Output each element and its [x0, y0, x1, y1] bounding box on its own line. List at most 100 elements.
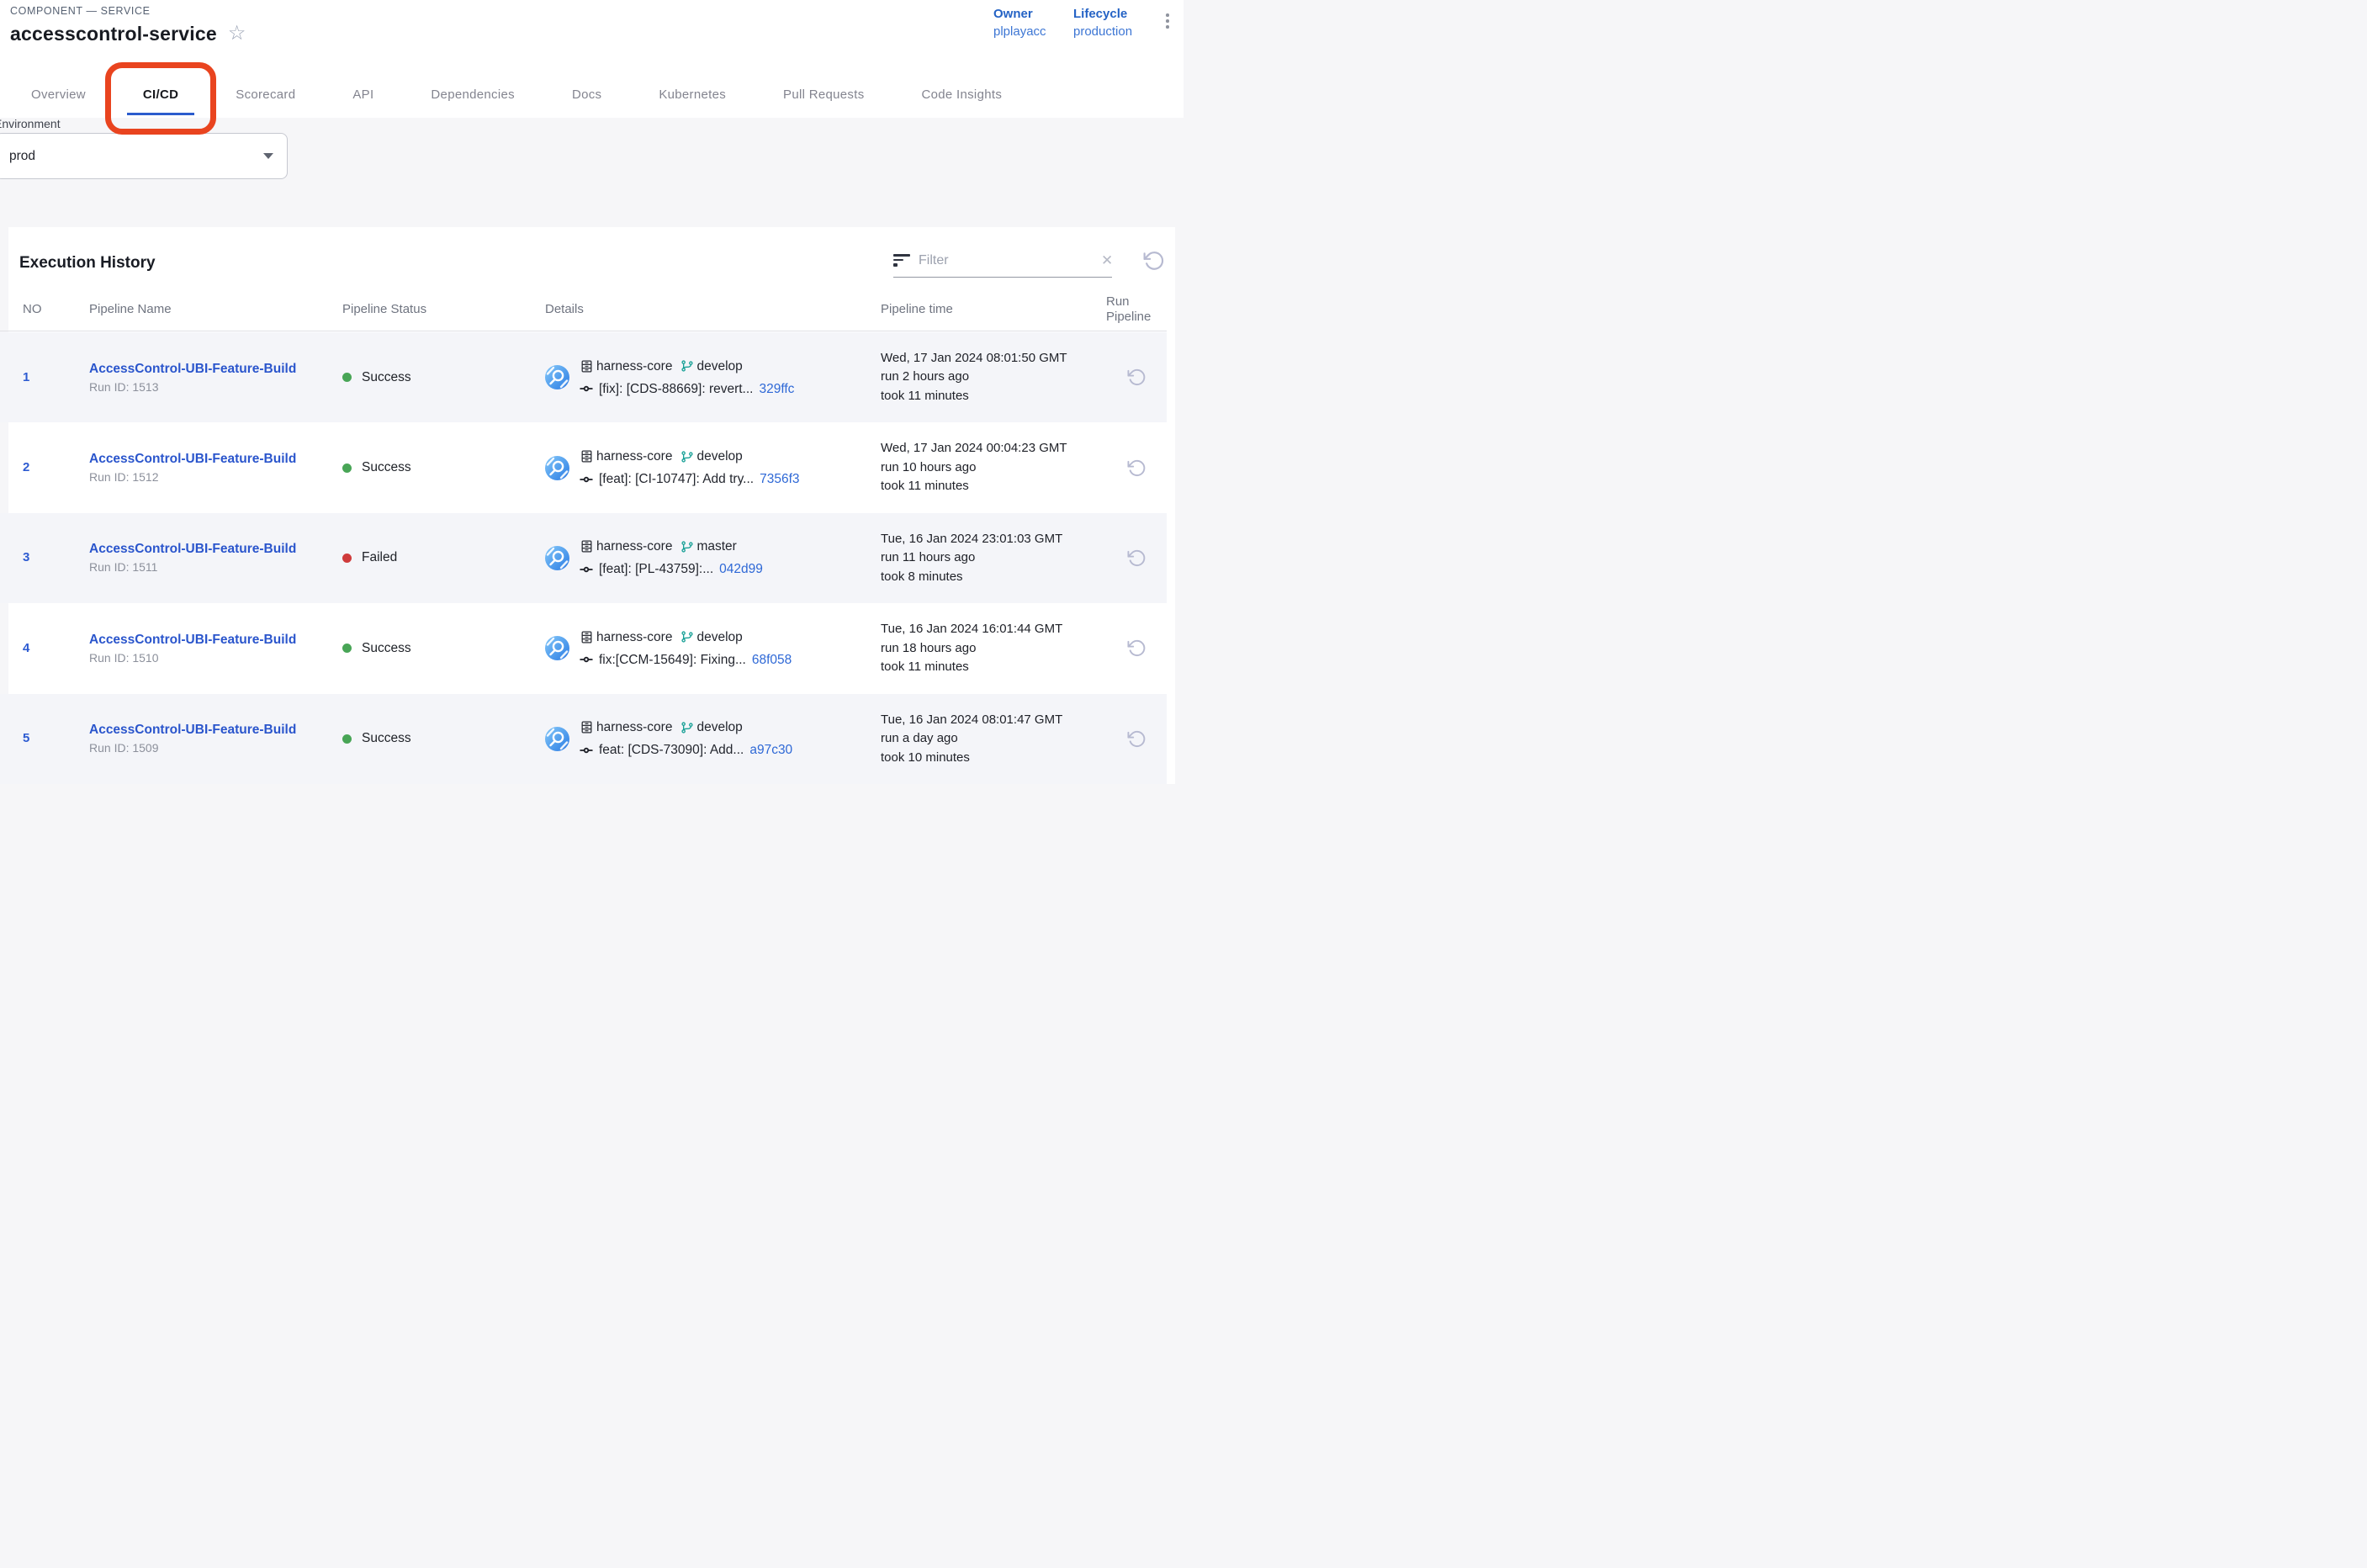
repo-name: harness-core — [596, 627, 672, 648]
branch-name: develop — [696, 356, 742, 377]
harness-ci-icon — [545, 456, 569, 480]
pipeline-name-link[interactable]: AccessControl-UBI-Feature-Build — [89, 362, 296, 377]
repository-icon — [580, 359, 594, 373]
pipeline-name-link[interactable]: AccessControl-UBI-Feature-Build — [89, 633, 296, 648]
status-dot — [342, 373, 352, 382]
tab-api[interactable]: API — [352, 71, 373, 118]
tab-dependencies[interactable]: Dependencies — [431, 71, 515, 118]
branch-name: develop — [696, 627, 742, 648]
column-header-pipeline-name: Pipeline Name — [89, 302, 342, 317]
status-dot — [342, 464, 352, 473]
status-text: Success — [362, 731, 411, 746]
pipeline-name-link[interactable]: AccessControl-UBI-Feature-Build — [89, 542, 296, 557]
pipeline-time-ago: run 10 hours ago — [881, 458, 1106, 478]
tabs: Overview CI/CD Scorecard API Dependencies Doc… — [0, 71, 1184, 118]
column-header-run-pipeline: Run Pipeline — [1106, 294, 1157, 325]
tab-label: Dependencies — [431, 87, 515, 102]
tab-pull-requests[interactable]: Pull Requests — [783, 71, 864, 118]
column-header-no: NO — [23, 302, 89, 317]
table-row: 1 AccessControl-UBI-Feature-Build Run ID… — [0, 332, 1167, 422]
pipeline-time-ago: run 18 hours ago — [881, 639, 1106, 659]
pipeline-time-took: took 11 minutes — [881, 387, 1106, 406]
pipeline-time-gmt: Tue, 16 Jan 2024 16:01:44 GMT — [881, 620, 1106, 639]
tab-label: Kubernetes — [659, 87, 726, 102]
favorite-star-icon[interactable]: ☆ — [228, 24, 246, 44]
git-branch-icon — [680, 450, 694, 464]
commit-message: [fix]: [CDS-88669]: revert... — [599, 379, 753, 400]
harness-ci-icon — [545, 546, 569, 570]
status-text: Success — [362, 460, 411, 475]
status-dot — [342, 554, 352, 563]
pipeline-time: Tue, 16 Jan 2024 08:01:47 GMT run a day … — [881, 711, 1106, 768]
row-number-link[interactable]: 1 — [23, 370, 29, 384]
pipeline-time-gmt: Tue, 16 Jan 2024 23:01:03 GMT — [881, 530, 1106, 549]
git-commit-icon — [580, 473, 593, 486]
repo-name: harness-core — [596, 446, 672, 467]
status-text: Failed — [362, 550, 397, 565]
run-id: Run ID: 1509 — [89, 741, 342, 755]
more-options-kebab-icon[interactable] — [1162, 13, 1173, 29]
pipeline-time-took: took 10 minutes — [881, 749, 1106, 768]
run-pipeline-button[interactable] — [1127, 548, 1146, 568]
clear-filter-icon[interactable]: ✕ — [1101, 252, 1115, 269]
tab-docs[interactable]: Docs — [572, 71, 601, 118]
pipeline-time: Tue, 16 Jan 2024 16:01:44 GMT run 18 hou… — [881, 620, 1106, 677]
pipeline-name-link[interactable]: AccessControl-UBI-Feature-Build — [89, 452, 296, 467]
git-branch-icon — [680, 359, 694, 373]
commit-hash-link[interactable]: 329ffc — [759, 379, 794, 400]
row-number-link[interactable]: 3 — [23, 550, 29, 564]
pipeline-time-took: took 8 minutes — [881, 568, 1106, 587]
pipeline-name-link[interactable]: AccessControl-UBI-Feature-Build — [89, 723, 296, 738]
repository-icon — [580, 630, 594, 644]
run-pipeline-button[interactable] — [1127, 458, 1146, 478]
table-header-row: NO Pipeline Name Pipeline Status Details… — [0, 288, 1167, 331]
branch-name: develop — [696, 717, 742, 738]
environment-selected-value: prod — [9, 149, 263, 164]
pipeline-time-gmt: Tue, 16 Jan 2024 08:01:47 GMT — [881, 711, 1106, 730]
tab-label: CI/CD — [143, 87, 178, 102]
owner-value-link[interactable]: plplayacc — [993, 24, 1046, 39]
table-row: 5 AccessControl-UBI-Feature-Build Run ID… — [0, 694, 1167, 784]
lifecycle-value: production — [1073, 24, 1132, 39]
row-number-link[interactable]: 2 — [23, 460, 29, 474]
tab-overview[interactable]: Overview — [31, 71, 86, 118]
repository-icon — [580, 449, 594, 464]
row-number-link[interactable]: 4 — [23, 641, 29, 655]
tab-scorecard[interactable]: Scorecard — [236, 71, 295, 118]
run-id: Run ID: 1510 — [89, 651, 342, 665]
tab-kubernetes[interactable]: Kubernetes — [659, 71, 726, 118]
tab-ci-cd[interactable]: CI/CD — [143, 71, 178, 118]
status-text: Success — [362, 641, 411, 656]
commit-hash-link[interactable]: 7356f3 — [760, 469, 799, 490]
refresh-button[interactable] — [1135, 241, 1173, 280]
harness-ci-icon — [545, 365, 569, 389]
tab-label: Pull Requests — [783, 87, 864, 102]
git-commit-icon — [580, 382, 593, 395]
commit-hash-link[interactable]: 042d99 — [719, 559, 763, 580]
pipeline-time: Tue, 16 Jan 2024 23:01:03 GMT run 11 hou… — [881, 530, 1106, 587]
run-id: Run ID: 1511 — [89, 560, 342, 574]
commit-message: feat: [CDS-73090]: Add... — [599, 739, 744, 760]
commit-hash-link[interactable]: a97c30 — [749, 739, 792, 760]
commit-hash-link[interactable]: 68f058 — [752, 649, 792, 670]
run-pipeline-button[interactable] — [1127, 729, 1146, 749]
tab-label: Code Insights — [922, 87, 1003, 102]
pipeline-time-ago: run 2 hours ago — [881, 368, 1106, 387]
filter-field: ✕ — [893, 244, 1112, 278]
run-pipeline-button[interactable] — [1127, 368, 1146, 387]
repo-name: harness-core — [596, 356, 672, 377]
run-pipeline-button[interactable] — [1127, 638, 1146, 658]
table-row: 4 AccessControl-UBI-Feature-Build Run ID… — [0, 603, 1167, 693]
pipeline-time-took: took 11 minutes — [881, 658, 1106, 677]
git-commit-icon — [580, 744, 593, 757]
run-id: Run ID: 1512 — [89, 470, 342, 484]
row-number-link[interactable]: 5 — [23, 731, 29, 745]
pipeline-time-gmt: Wed, 17 Jan 2024 08:01:50 GMT — [881, 349, 1106, 368]
execution-history-title: Execution History — [19, 254, 156, 273]
commit-message: fix:[CCM-15649]: Fixing... — [599, 649, 746, 670]
filter-input[interactable] — [919, 253, 1093, 268]
filter-icon — [893, 254, 910, 267]
environment-select[interactable]: prod — [0, 133, 288, 179]
tab-code-insights[interactable]: Code Insights — [922, 71, 1003, 118]
repo-name: harness-core — [596, 717, 672, 738]
